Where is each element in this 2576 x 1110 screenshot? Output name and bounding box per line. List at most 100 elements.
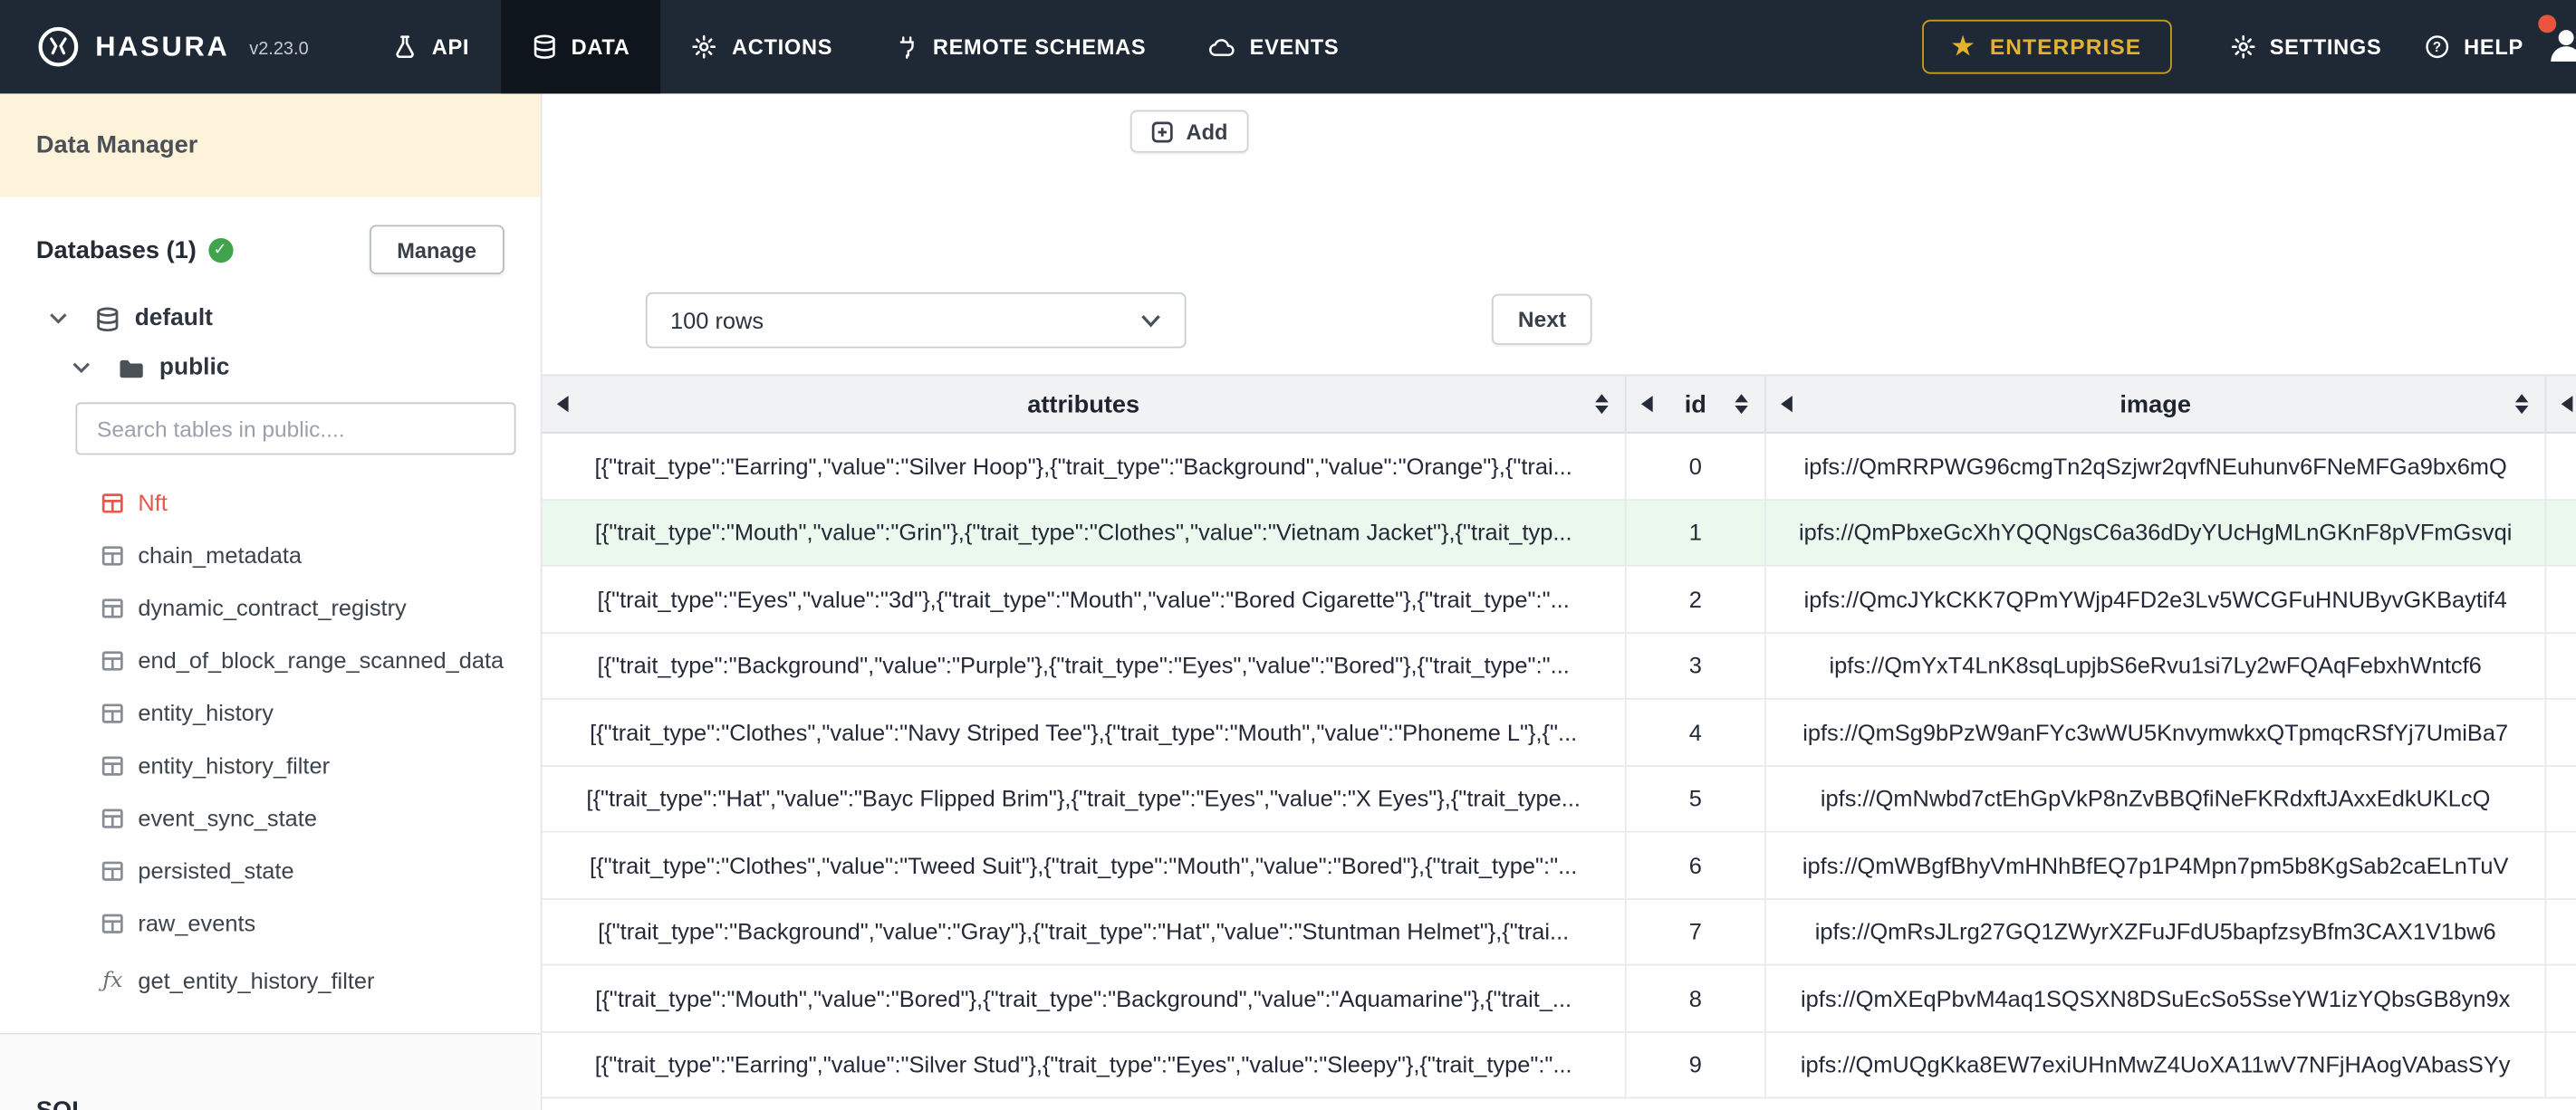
image-cell: ipfs://QmNwbd7ctEhGpVkP8nZvBBQfiNeFKRdxf… (1766, 766, 2547, 831)
column-header-attributes: attributes (543, 376, 1627, 433)
table-list: Nft chain_metadata dynamic_contract_regi… (0, 476, 541, 1007)
table-row: [{"trait_type":"Clothes","value":"Tweed … (542, 832, 2576, 900)
brand[interactable]: HASURA v2.23.0 (0, 0, 309, 93)
help-button[interactable]: ? HELP (2415, 34, 2533, 59)
collapse-column-icon[interactable] (1781, 396, 1793, 413)
image-cell: ipfs://QmcJYkCKK7QPmYWjp4FD2e3Lv5WCGFuHN… (1766, 566, 2547, 632)
sidebar-table-end-of-block-range-scanned-data[interactable]: end_of_block_range_scanned_data (0, 634, 541, 686)
attributes-cell: [{"trait_type":"Earring","value":"Silver… (543, 433, 1627, 499)
table-name: raw_events (138, 909, 256, 936)
add-row-button[interactable]: Add (1129, 110, 1249, 153)
function-icon: ƒx (102, 968, 123, 993)
image-cell: ipfs://QmSg9bPzW9anFYc3wWU5KnvymwkxQTpmq… (1766, 699, 2547, 765)
sort-icon[interactable] (1735, 394, 1748, 415)
chevron-down-icon[interactable] (49, 312, 67, 326)
partial-cell (2546, 899, 2576, 964)
partial-cell (2546, 500, 2576, 565)
nav-item-events[interactable]: EVENTS (1177, 0, 1370, 93)
chevron-down-icon[interactable] (72, 361, 91, 375)
nav-item-api[interactable]: API (361, 0, 501, 93)
sidebar-table-raw-events[interactable]: raw_events (0, 896, 541, 949)
partial-cell (2546, 434, 2576, 499)
id-cell: 1 (1627, 500, 1766, 565)
sort-icon[interactable] (1595, 394, 1609, 415)
table-name: entity_history (138, 699, 274, 726)
tree-item-schema-public[interactable]: public (0, 355, 541, 381)
nav-item-actions[interactable]: ACTIONS (661, 0, 864, 93)
id-cell: 3 (1627, 633, 1766, 698)
image-cell: ipfs://QmRRPWG96cmgTn2qSzjwr2qvfNEuhunv6… (1766, 433, 2547, 499)
sidebar-table-nft[interactable]: Nft (0, 476, 541, 529)
rows-select-value: 100 rows (670, 307, 764, 334)
column-label: id (1684, 389, 1706, 418)
database-icon (95, 306, 120, 331)
partial-cell (2546, 567, 2576, 632)
nav-item-data[interactable]: DATA (500, 0, 662, 94)
attributes-cell: [{"trait_type":"Mouth","value":"Grin"},{… (543, 500, 1627, 565)
svg-text:?: ? (2432, 40, 2441, 55)
notification-dot (2538, 14, 2557, 33)
sidebar-function-get-entity-history-filter[interactable]: ƒx get_entity_history_filter (0, 954, 541, 1007)
table-name: Nft (138, 489, 168, 516)
partial-cell (2546, 700, 2576, 765)
table-row-highlighted: [{"trait_type":"Mouth","value":"Grin"},{… (542, 500, 2576, 567)
check-icon: ✓ (207, 237, 233, 263)
tree-item-database-default[interactable]: default (0, 305, 541, 331)
nav-item-remote-schemas[interactable]: REMOTE SCHEMAS (864, 0, 1177, 93)
version-label: v2.23.0 (249, 39, 309, 60)
table-row: [{"trait_type":"Clothes","value":"Navy S… (542, 699, 2576, 767)
navbar-right: ★ ENTERPRISE SETTINGS ? HELP (1922, 0, 2576, 93)
search-tables-input[interactable] (75, 402, 516, 455)
nav-item-label: ACTIONS (732, 34, 833, 60)
attributes-cell: [{"trait_type":"Clothes","value":"Navy S… (543, 699, 1627, 765)
attributes-cell: [{"trait_type":"Background","value":"Gra… (543, 899, 1627, 964)
sidebar-table-persisted-state[interactable]: persisted_state (0, 844, 541, 896)
partial-cell (2546, 833, 2576, 898)
table-name: entity_history_filter (138, 751, 331, 779)
enterprise-button[interactable]: ★ ENTERPRISE (1922, 19, 2171, 74)
gear-icon (2230, 34, 2254, 59)
sql-section-label[interactable]: SQL (36, 1097, 87, 1110)
databases-label: Databases (1) (35, 235, 197, 264)
collapse-column-icon[interactable] (556, 396, 569, 413)
table-row: [{"trait_type":"Mouth","value":"Bored"},… (542, 965, 2576, 1032)
attributes-cell: [{"trait_type":"Mouth","value":"Bored"},… (543, 965, 1627, 1031)
gear-bolt-icon (692, 34, 716, 59)
table-name: event_sync_state (138, 804, 318, 831)
image-cell: ipfs://QmRsJLrg27GQ1ZWyrXZFuJFdU5bapfzsy… (1766, 899, 2547, 964)
manage-button[interactable]: Manage (369, 225, 505, 274)
database-icon (532, 34, 556, 59)
notifications-button[interactable] (2538, 14, 2576, 71)
rows-per-page-select[interactable]: 100 rows (645, 292, 1187, 349)
enterprise-label: ENTERPRISE (1989, 34, 2142, 60)
settings-label: SETTINGS (2269, 34, 2382, 60)
partial-cell (2546, 633, 2576, 698)
next-page-button[interactable]: Next (1491, 293, 1593, 345)
sort-icon[interactable] (2514, 394, 2529, 415)
hasura-console: HASURA v2.23.0 API DATA ACTIONS REMOTE S… (0, 0, 2576, 1110)
table-icon (101, 754, 123, 776)
nav-item-label: API (431, 34, 470, 60)
question-circle-icon: ? (2425, 34, 2449, 59)
databases-row: Databases (1) ✓ Manage (35, 225, 505, 274)
cloud-icon (1208, 37, 1235, 57)
top-navbar: HASURA v2.23.0 API DATA ACTIONS REMOTE S… (0, 0, 2576, 94)
settings-button[interactable]: SETTINGS (2220, 34, 2391, 59)
star-icon: ★ (1952, 33, 1975, 62)
sidebar: Data Manager Databases (1) ✓ Manage defa… (0, 93, 543, 1110)
table-icon (101, 860, 123, 882)
table-header-row: attributes id image (542, 374, 2576, 434)
sidebar-table-chain-metadata[interactable]: chain_metadata (0, 529, 541, 581)
sidebar-table-entity-history-filter[interactable]: entity_history_filter (0, 739, 541, 791)
partial-cell (2546, 1032, 2576, 1097)
table-row: [{"trait_type":"Earring","value":"Silver… (542, 433, 2576, 501)
sidebar-table-dynamic-contract-registry[interactable]: dynamic_contract_registry (0, 581, 541, 634)
sidebar-table-event-sync-state[interactable]: event_sync_state (0, 791, 541, 844)
nav-item-label: EVENTS (1249, 34, 1340, 60)
column-label: image (2119, 389, 2191, 418)
collapse-column-icon[interactable] (2561, 396, 2573, 413)
data-manager-header: Data Manager (0, 93, 541, 197)
collapse-column-icon[interactable] (1640, 396, 1653, 413)
sidebar-table-entity-history[interactable]: entity_history (0, 686, 541, 739)
table-icon (101, 492, 123, 513)
